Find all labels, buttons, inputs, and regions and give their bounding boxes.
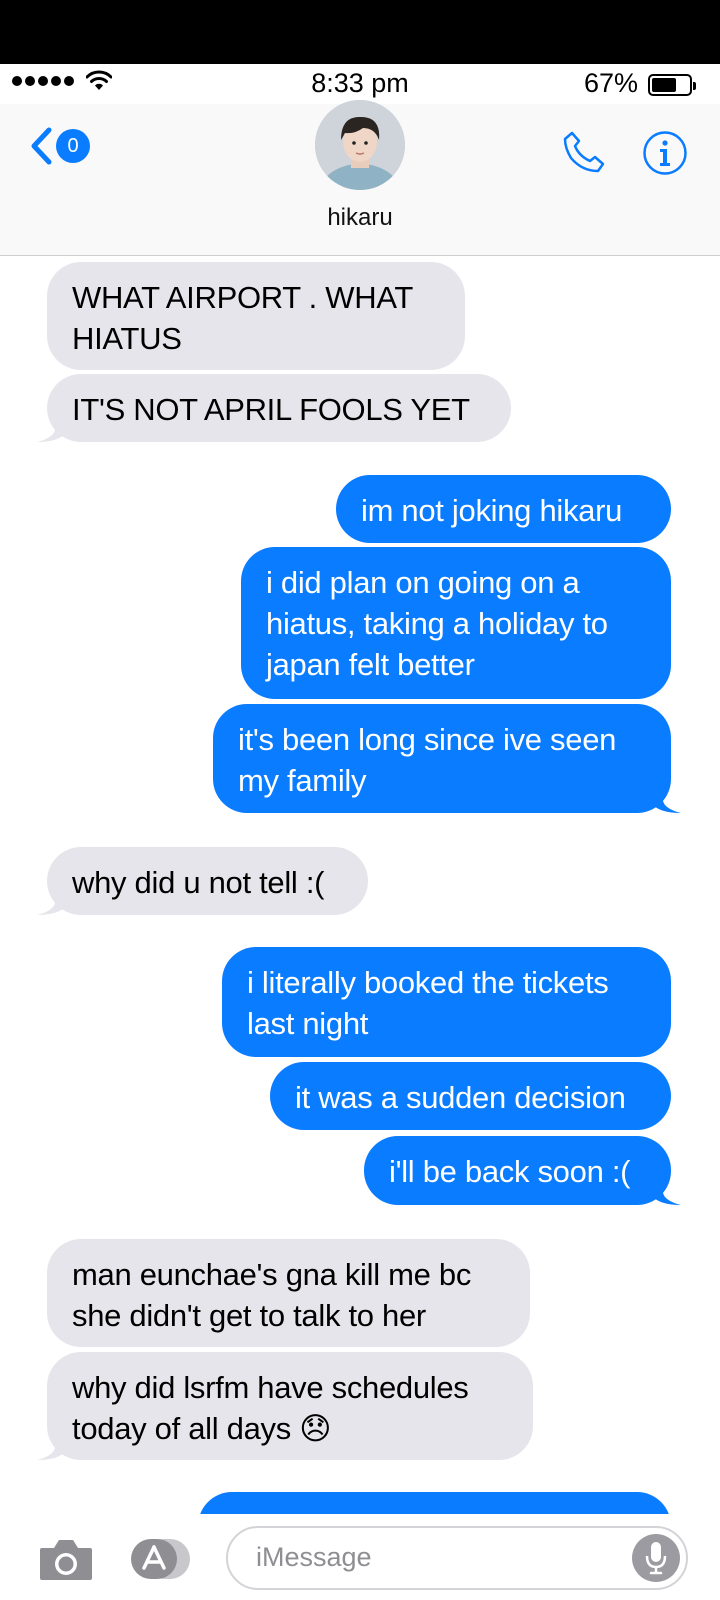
message-bubble-incoming[interactable]: WHAT AIRPORT . WHAT HIATUS [47, 262, 465, 370]
app-store-icon[interactable] [130, 1538, 192, 1580]
battery-percentage: 67% [583, 68, 638, 98]
message-bubble-incoming[interactable]: why did lsrfm have schedules today of al… [37, 1352, 533, 1460]
imessage-input[interactable]: iMessage [226, 1526, 688, 1590]
back-chevron-icon [31, 127, 52, 165]
message-bubble-outgoing[interactable]: it's been long since ive seen my family [213, 704, 681, 813]
message-text: why did lsrfm have schedules today of al… [72, 1370, 469, 1446]
message-bubble-incoming[interactable]: IT'S NOT APRIL FOOLS YET [37, 374, 511, 442]
conversation-header: 0 hikaru [0, 100, 720, 256]
message-text: im not joking hikaru [361, 493, 623, 528]
message-bubble-incoming[interactable]: why did u not tell :( [37, 847, 368, 915]
imessage-placeholder: iMessage [256, 1542, 372, 1572]
message-bubble-outgoing[interactable]: i did plan on going on a hiatus, taking … [241, 547, 671, 699]
message-text: IT'S NOT APRIL FOOLS YET [72, 392, 470, 427]
bubble-tail [37, 891, 65, 915]
unread-badge: 0 [56, 129, 90, 163]
message-text: man eunchae's gna kill me bc she didn't … [72, 1257, 472, 1333]
message-text: it's been long since ive seen my family [238, 722, 617, 798]
bubble-tail [37, 418, 65, 442]
message-text: it was a sudden decision [295, 1080, 626, 1115]
message-text: i literally booked the tickets last nigh… [247, 965, 609, 1041]
bubble-tail [653, 1181, 681, 1205]
avatar[interactable] [315, 100, 405, 190]
camera-icon[interactable] [38, 1536, 94, 1582]
message-text: WHAT AIRPORT . WHAT HIATUS [72, 280, 413, 356]
message-bubble-outgoing[interactable]: im not joking hikaru [336, 475, 671, 543]
message-bubble-outgoing[interactable]: it was a sudden decision [270, 1062, 671, 1130]
info-icon[interactable] [642, 130, 688, 176]
contact-name[interactable]: hikaru [0, 204, 720, 232]
battery-icon [648, 74, 696, 96]
top-black-bar [0, 0, 720, 64]
back-button[interactable]: 0 [28, 126, 90, 166]
message-text: i did plan on going on a hiatus, taking … [266, 565, 608, 682]
bubble-tail [37, 1436, 65, 1460]
message-bubble-outgoing[interactable]: i literally booked the tickets last nigh… [222, 947, 671, 1057]
message-bubble-outgoing[interactable]: i'll be back soon :( [364, 1136, 681, 1205]
message-bubble-incoming[interactable]: man eunchae's gna kill me bc she didn't … [47, 1239, 530, 1347]
bubble-tail [653, 789, 681, 813]
message-text: i'll be back soon :( [389, 1154, 631, 1189]
microphone-icon[interactable] [632, 1534, 680, 1582]
status-bar: 8:33 pm 67% [0, 64, 720, 104]
phone-icon[interactable] [562, 130, 606, 174]
message-text: why did u not tell :( [72, 865, 325, 900]
message-composer: iMessage [0, 1514, 720, 1600]
